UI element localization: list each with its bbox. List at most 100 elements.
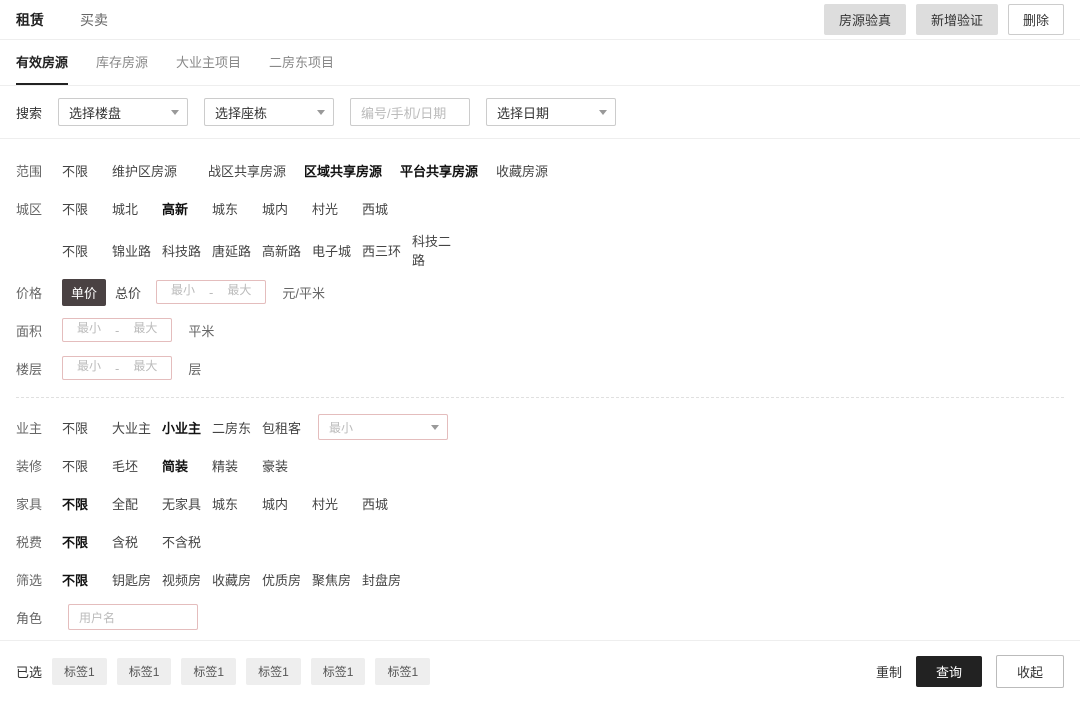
opt-scope[interactable]: 收藏房源: [496, 157, 592, 184]
opt-screen[interactable]: 聚焦房: [312, 566, 362, 593]
opt-furn[interactable]: 城东: [212, 490, 262, 517]
opt-screen[interactable]: 优质房: [262, 566, 312, 593]
opt-screen[interactable]: 不限: [62, 566, 112, 593]
opt-area[interactable]: 村光: [312, 195, 362, 222]
subtab-sublease[interactable]: 二房东项目: [269, 52, 334, 85]
opt-scope[interactable]: 不限: [62, 157, 112, 184]
opt-furn[interactable]: 村光: [312, 490, 362, 517]
collapse-button[interactable]: 收起: [996, 655, 1064, 688]
opt-deco[interactable]: 简装: [162, 452, 212, 479]
tag[interactable]: 标签1: [246, 658, 301, 685]
opt-furn[interactable]: 城内: [262, 490, 312, 517]
opt-road[interactable]: 不限: [62, 237, 112, 264]
opt-deco[interactable]: 不限: [62, 452, 112, 479]
row-owner: 业主 不限 大业主 小业主 二房东 包租客 最小: [16, 408, 1064, 446]
btn-delete[interactable]: 删除: [1008, 4, 1064, 35]
opt-totalprice[interactable]: 总价: [106, 279, 150, 306]
opt-owner[interactable]: 包租客: [262, 414, 312, 441]
row-size: 面积 最小-最大 平米: [16, 311, 1064, 349]
opt-furn[interactable]: 不限: [62, 490, 112, 517]
opt-area[interactable]: 不限: [62, 195, 112, 222]
opt-road[interactable]: 唐延路: [212, 237, 262, 264]
row-furniture: 家具 不限 全配 无家具 城东 城内 村光 西城: [16, 484, 1064, 522]
opt-screen[interactable]: 收藏房: [212, 566, 262, 593]
opt-deco[interactable]: 精装: [212, 452, 262, 479]
opt-screen[interactable]: 封盘房: [362, 566, 412, 593]
select-block[interactable]: 选择座栋: [204, 98, 334, 126]
selected-label: 已选: [16, 662, 42, 681]
tag[interactable]: 标签1: [181, 658, 236, 685]
top-bar: 租赁 买卖 房源验真 新增验证 删除: [0, 0, 1080, 40]
opt-area[interactable]: 高新: [162, 195, 212, 222]
price-range[interactable]: 最小-最大: [156, 280, 266, 304]
size-range[interactable]: 最小-最大: [62, 318, 172, 342]
tag[interactable]: 标签1: [375, 658, 430, 685]
reset-link[interactable]: 重制: [876, 662, 902, 681]
btn-add-verification[interactable]: 新增验证: [916, 4, 998, 35]
opt-furn[interactable]: 全配: [112, 490, 162, 517]
opt-area[interactable]: 城东: [212, 195, 262, 222]
row-floor: 楼层 最小-最大 层: [16, 349, 1064, 387]
subtab-stock[interactable]: 库存房源: [96, 52, 148, 85]
opt-furn[interactable]: 西城: [362, 490, 412, 517]
search-label: 搜索: [16, 103, 42, 122]
row-decoration: 装修 不限 毛坯 简装 精装 豪装: [16, 446, 1064, 484]
opt-scope[interactable]: 平台共享房源: [400, 157, 496, 184]
tag[interactable]: 标签1: [311, 658, 366, 685]
opt-screen[interactable]: 视频房: [162, 566, 212, 593]
filter-panel: 范围 不限 维护区房源 战区共享房源 区域共享房源 平台共享房源 收藏房源 城区…: [0, 139, 1080, 640]
opt-area[interactable]: 西城: [362, 195, 412, 222]
opt-tax[interactable]: 含税: [112, 528, 162, 555]
opt-deco[interactable]: 毛坯: [112, 452, 162, 479]
chevron-down-icon: [431, 425, 439, 430]
opt-owner[interactable]: 二房东: [212, 414, 262, 441]
row-price: 价格 单价 总价 最小-最大 元/平米: [16, 273, 1064, 311]
opt-road[interactable]: 锦业路: [112, 237, 162, 264]
opt-furn[interactable]: 无家具: [162, 490, 212, 517]
select-date[interactable]: 选择日期: [486, 98, 616, 126]
opt-tax[interactable]: 不限: [62, 528, 112, 555]
opt-owner[interactable]: 大业主: [112, 414, 162, 441]
tab-sale[interactable]: 买卖: [80, 10, 108, 30]
row-district: 城区 不限 城北 高新 城东 城内 村光 西城: [16, 189, 1064, 227]
subtab-bigowner[interactable]: 大业主项目: [176, 52, 241, 85]
top-tabs: 租赁 买卖: [16, 10, 108, 30]
opt-tax[interactable]: 不含税: [162, 528, 212, 555]
opt-screen[interactable]: 钥匙房: [112, 566, 162, 593]
tab-rent[interactable]: 租赁: [16, 10, 44, 30]
chevron-down-icon: [317, 110, 325, 115]
row-screen: 筛选 不限 钥匙房 视频房 收藏房 优质房 聚焦房 封盘房: [16, 560, 1064, 598]
opt-owner[interactable]: 不限: [62, 414, 112, 441]
opt-road[interactable]: 科技路: [162, 237, 212, 264]
opt-unitprice[interactable]: 单价: [62, 279, 106, 306]
btn-verify-listing[interactable]: 房源验真: [824, 4, 906, 35]
opt-scope[interactable]: 区域共享房源: [304, 157, 400, 184]
subtab-valid[interactable]: 有效房源: [16, 52, 68, 85]
select-building[interactable]: 选择楼盘: [58, 98, 188, 126]
search-row: 搜索 选择楼盘 选择座栋 编号/手机/日期 选择日期: [0, 86, 1080, 139]
floor-range[interactable]: 最小-最大: [62, 356, 172, 380]
opt-road[interactable]: 西三环: [362, 237, 412, 264]
query-button[interactable]: 查询: [916, 656, 982, 687]
role-input[interactable]: 用户名: [68, 604, 198, 630]
opt-scope[interactable]: 战区共享房源: [208, 157, 304, 184]
row-role: 角色 用户名: [16, 598, 1064, 636]
opt-scope[interactable]: 维护区房源: [112, 157, 208, 184]
search-input[interactable]: 编号/手机/日期: [350, 98, 470, 126]
opt-owner[interactable]: 小业主: [162, 414, 212, 441]
tag[interactable]: 标签1: [117, 658, 172, 685]
opt-deco[interactable]: 豪装: [262, 452, 312, 479]
top-buttons: 房源验真 新增验证 删除: [824, 4, 1064, 35]
opt-road[interactable]: 科技二路: [412, 227, 462, 273]
row-road: 不限 锦业路 科技路 唐延路 高新路 电子城 西三环 科技二路: [16, 227, 1064, 273]
opt-area[interactable]: 城北: [112, 195, 162, 222]
bottom-bar: 已选 标签1 标签1 标签1 标签1 标签1 标签1 重制 查询 收起: [0, 640, 1080, 702]
owner-select[interactable]: 最小: [318, 414, 448, 440]
sub-tabs: 有效房源 库存房源 大业主项目 二房东项目: [0, 40, 1080, 86]
opt-area[interactable]: 城内: [262, 195, 312, 222]
opt-road[interactable]: 高新路: [262, 237, 312, 264]
tag[interactable]: 标签1: [52, 658, 107, 685]
row-tax: 税费 不限 含税 不含税: [16, 522, 1064, 560]
chevron-down-icon: [599, 110, 607, 115]
opt-road[interactable]: 电子城: [312, 237, 362, 264]
